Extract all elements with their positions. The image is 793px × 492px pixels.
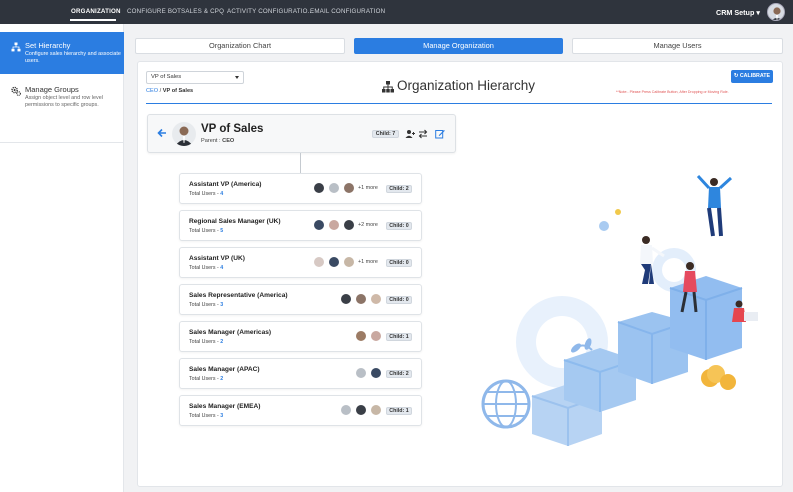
- child-role-card[interactable]: Sales Manager (Americas) Total Users - 2…: [179, 321, 422, 352]
- user-avatar: [329, 257, 339, 267]
- child-count-badge: Child: 0: [386, 259, 412, 267]
- left-sidebar: Set Hierarchy Configure sales hierarchy …: [0, 24, 124, 492]
- tab-organization-chart[interactable]: Organization Chart: [135, 38, 345, 54]
- chevron-down-icon: [235, 76, 239, 79]
- user-avatar: [371, 294, 381, 304]
- sidebar-item-title: Manage Groups: [25, 85, 79, 94]
- tab-manage-organization[interactable]: Manage Organization: [354, 38, 563, 54]
- role-user-count: Total Users - 5: [189, 228, 224, 234]
- role-name: Sales Manager (Americas): [189, 329, 272, 336]
- user-avatar: [356, 368, 366, 378]
- gears-icon: [11, 86, 21, 96]
- user-avatar: [344, 183, 354, 193]
- nav-configure-bot[interactable]: CONFIGURE BOT: [127, 8, 181, 15]
- user-avatar: [341, 405, 351, 415]
- user-avatar[interactable]: [767, 3, 785, 21]
- edit-icon[interactable]: [435, 129, 445, 139]
- title-divider: [146, 103, 772, 104]
- role-name: Assistant VP (America): [189, 181, 262, 188]
- tree-connector: [300, 153, 301, 173]
- calibrate-note: **Note:- Please Press Calibrate Button, …: [616, 90, 729, 94]
- user-avatar: [356, 294, 366, 304]
- nav-organization[interactable]: ORGANIZATION: [71, 8, 121, 15]
- role-user-count: Total Users - 3: [189, 413, 224, 419]
- growth-illustration: [481, 174, 758, 446]
- calibrate-button[interactable]: ↻ CALIBRATE: [731, 70, 773, 83]
- sidebar-item-description: Configure sales hierarchy and associate …: [25, 51, 121, 64]
- role-user-count: Total Users - 3: [189, 302, 224, 308]
- child-role-card[interactable]: Assistant VP (America) Total Users - 4 +…: [179, 173, 422, 204]
- breadcrumb-link-ceo[interactable]: CEO: [146, 88, 158, 94]
- user-avatar: [314, 257, 324, 267]
- role-name: Sales Manager (APAC): [189, 366, 260, 373]
- tab-manage-users[interactable]: Manage Users: [572, 38, 783, 54]
- root-role-card[interactable]: VP of Sales Parent : CEO Child: 7: [147, 114, 456, 153]
- user-avatar: [356, 405, 366, 415]
- child-count-badge: Child: 0: [386, 222, 412, 230]
- role-name: Regional Sales Manager (UK): [189, 218, 281, 225]
- more-users[interactable]: +1 more: [358, 259, 378, 265]
- swap-icon[interactable]: [418, 129, 428, 139]
- role-name: Sales Representative (America): [189, 292, 288, 299]
- child-role-card[interactable]: Sales Representative (America) Total Use…: [179, 284, 422, 315]
- top-navigation-bar: ORGANIZATION CONFIGURE BOT SALES & CPQ A…: [0, 0, 793, 24]
- role-name: Assistant VP (UK): [189, 255, 245, 262]
- calibrate-label: CALIBRATE: [739, 73, 771, 79]
- nav-sales-cpq[interactable]: SALES & CPQ: [181, 8, 224, 15]
- child-count-badge: Child: 1: [386, 407, 412, 415]
- child-role-card[interactable]: Sales Manager (EMEA) Total Users - 3 Chi…: [179, 395, 422, 426]
- user-avatar: [329, 220, 339, 230]
- role-select-value: VP of Sales: [151, 74, 182, 80]
- more-users[interactable]: +2 more: [358, 222, 378, 228]
- hierarchy-icon: [11, 42, 21, 52]
- root-role-parent: Parent : CEO: [201, 138, 235, 144]
- user-avatar: [344, 257, 354, 267]
- breadcrumb: CEO / VP of Sales: [146, 88, 193, 94]
- user-avatar: [344, 220, 354, 230]
- user-avatar: [314, 220, 324, 230]
- child-count-badge: Child: 2: [386, 185, 412, 193]
- root-role-avatar: [172, 122, 196, 146]
- sidebar-item-description: Assign object level and row level permis…: [25, 95, 103, 108]
- child-count-badge: Child: 0: [386, 296, 412, 304]
- nav-activity-configuration[interactable]: ACTIVITY CONFIGURATIO...: [227, 8, 313, 15]
- sidebar-divider: [0, 142, 124, 143]
- breadcrumb-current: VP of Sales: [162, 88, 194, 94]
- crm-setup-menu[interactable]: CRM Setup ▾: [716, 8, 760, 17]
- role-user-count: Total Users - 4: [189, 265, 224, 271]
- arrow-left-icon[interactable]: [157, 128, 167, 138]
- user-avatar: [371, 331, 381, 341]
- sitemap-icon: [382, 81, 394, 93]
- child-count-badge: Child: 2: [386, 370, 412, 378]
- nav-active-indicator: [70, 19, 116, 21]
- user-avatar: [371, 368, 381, 378]
- child-role-card[interactable]: Sales Manager (APAC) Total Users - 2 Chi…: [179, 358, 422, 389]
- user-avatar: [371, 405, 381, 415]
- child-role-card[interactable]: Regional Sales Manager (UK) Total Users …: [179, 210, 422, 241]
- role-user-count: Total Users - 2: [189, 339, 224, 345]
- user-avatar: [341, 294, 351, 304]
- role-name: Sales Manager (EMEA): [189, 403, 261, 410]
- page-title-text: Organization Hierarchy: [397, 78, 536, 93]
- sidebar-item-manage-groups[interactable]: Manage Groups Assign object level and ro…: [0, 76, 124, 120]
- child-count-badge: Child: 7: [372, 130, 399, 138]
- user-avatar: [329, 183, 339, 193]
- role-select[interactable]: VP of Sales: [146, 71, 244, 84]
- nav-email-configuration[interactable]: EMAIL CONFIGURATION: [310, 8, 385, 15]
- sidebar-item-title: Set Hierarchy: [25, 41, 71, 50]
- user-avatar: [356, 331, 366, 341]
- role-user-count: Total Users - 2: [189, 376, 224, 382]
- role-user-count: Total Users - 4: [189, 191, 224, 197]
- child-role-card[interactable]: Assistant VP (UK) Total Users - 4 +1 mor…: [179, 247, 422, 278]
- root-role-name: VP of Sales: [201, 123, 264, 135]
- user-avatar: [314, 183, 324, 193]
- sidebar-item-set-hierarchy[interactable]: Set Hierarchy Configure sales hierarchy …: [0, 32, 124, 74]
- main-content: Organization Chart Manage Organization M…: [124, 24, 793, 492]
- more-users[interactable]: +1 more: [358, 185, 378, 191]
- child-count-badge: Child: 1: [386, 333, 412, 341]
- add-user-icon[interactable]: [405, 129, 415, 139]
- hierarchy-panel: VP of Sales CEO / VP of Sales Organizati…: [137, 61, 783, 487]
